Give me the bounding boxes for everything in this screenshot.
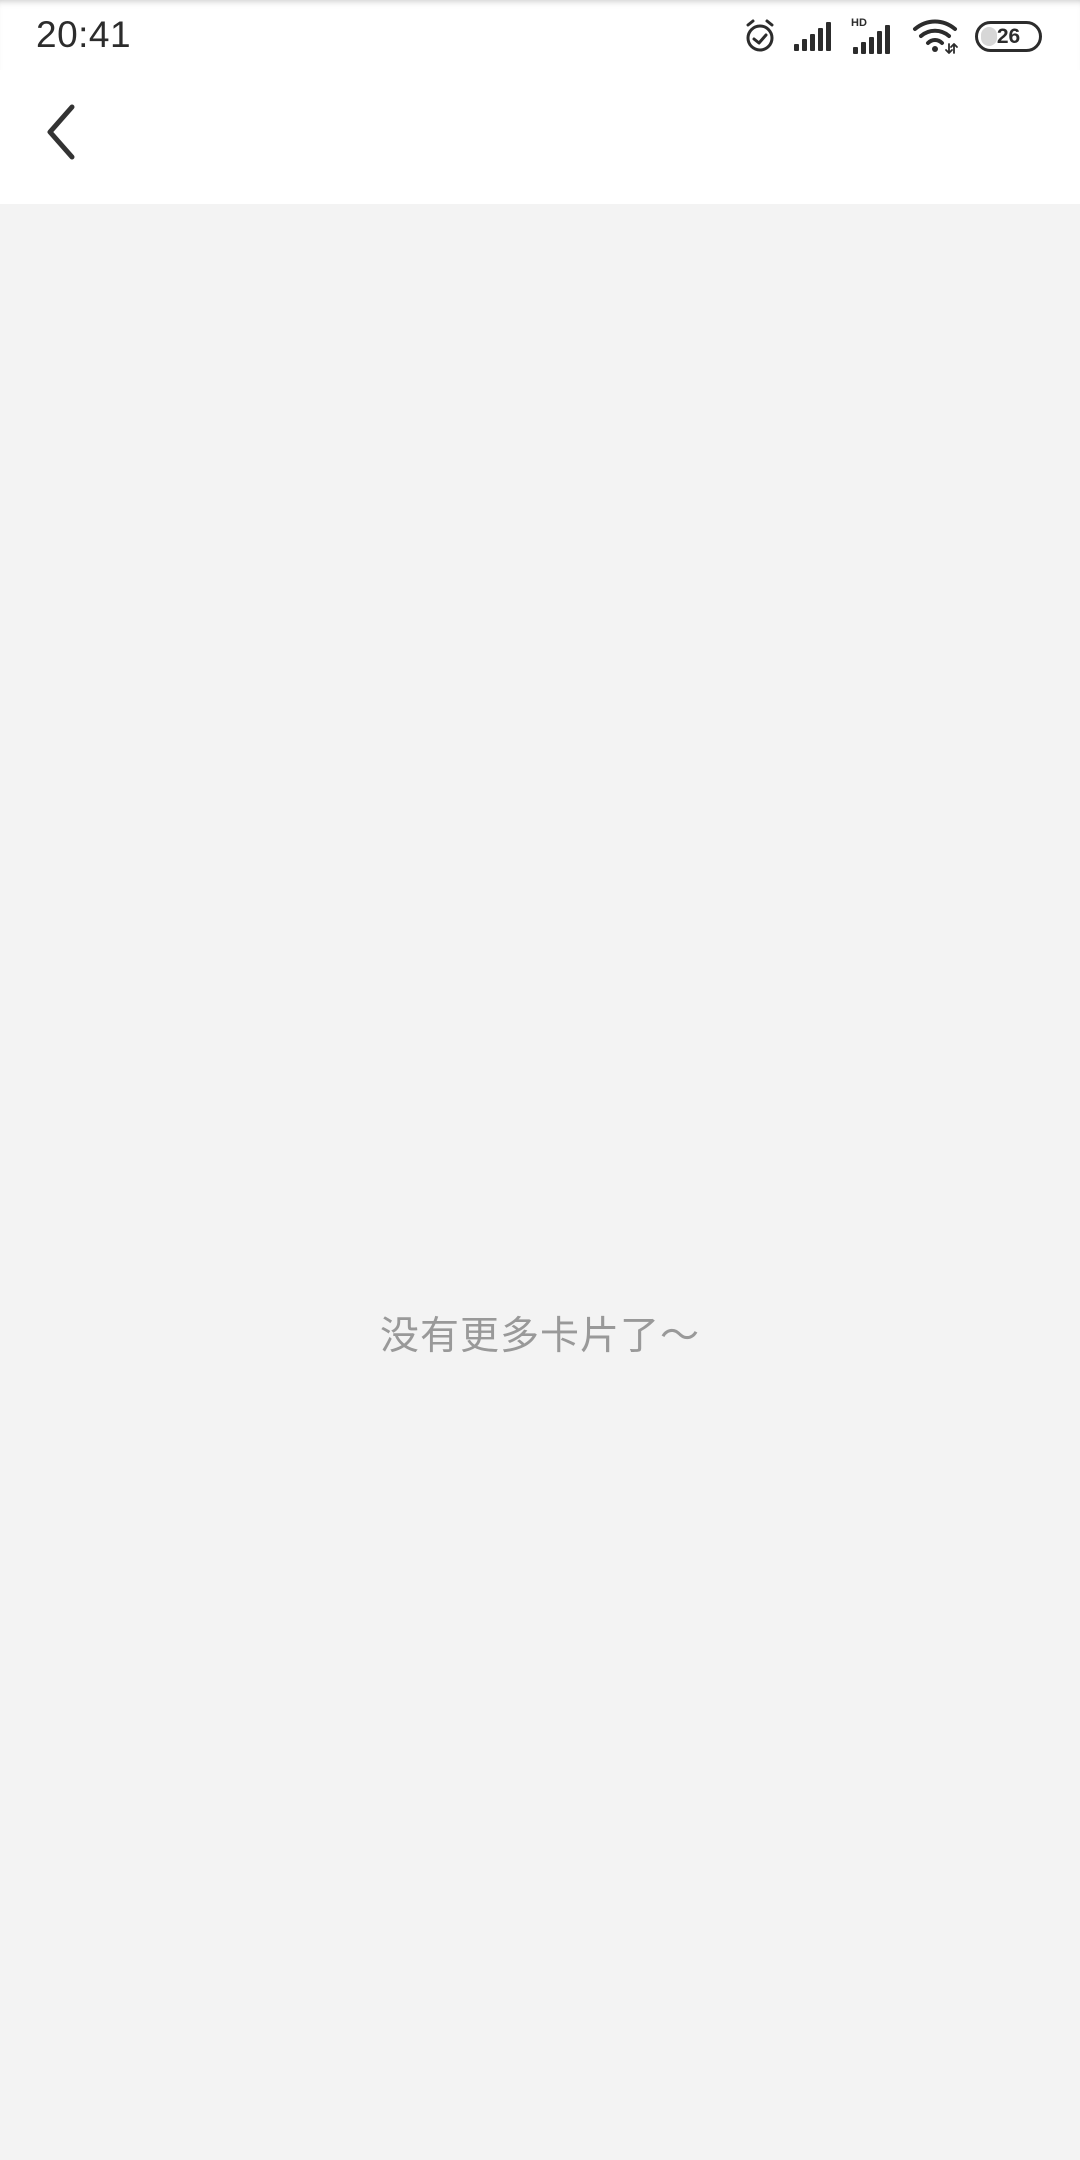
- signal-icon: [794, 22, 831, 51]
- empty-state-message: 没有更多卡片了～: [379, 1314, 700, 1359]
- chevron-left-icon: [47, 104, 75, 160]
- wifi-icon: [913, 19, 958, 54]
- phone-screen: 20:41 HD 26 没有更多卡片了～: [0, 0, 1080, 2160]
- status-time: 20:41: [36, 14, 132, 55]
- network-label: HD: [851, 17, 867, 29]
- back-button[interactable]: [30, 101, 92, 163]
- status-bar: 20:41 HD 26: [0, 0, 1080, 70]
- top-navigation-bar: [0, 70, 1080, 204]
- status-icons: HD 26: [743, 15, 1042, 57]
- card-list-area: [0, 204, 1080, 2160]
- battery-icon: 26: [975, 20, 1042, 52]
- alarm-icon: [746, 19, 774, 52]
- hd-signal-icon: HD: [851, 17, 890, 54]
- battery-level: 26: [996, 24, 1021, 48]
